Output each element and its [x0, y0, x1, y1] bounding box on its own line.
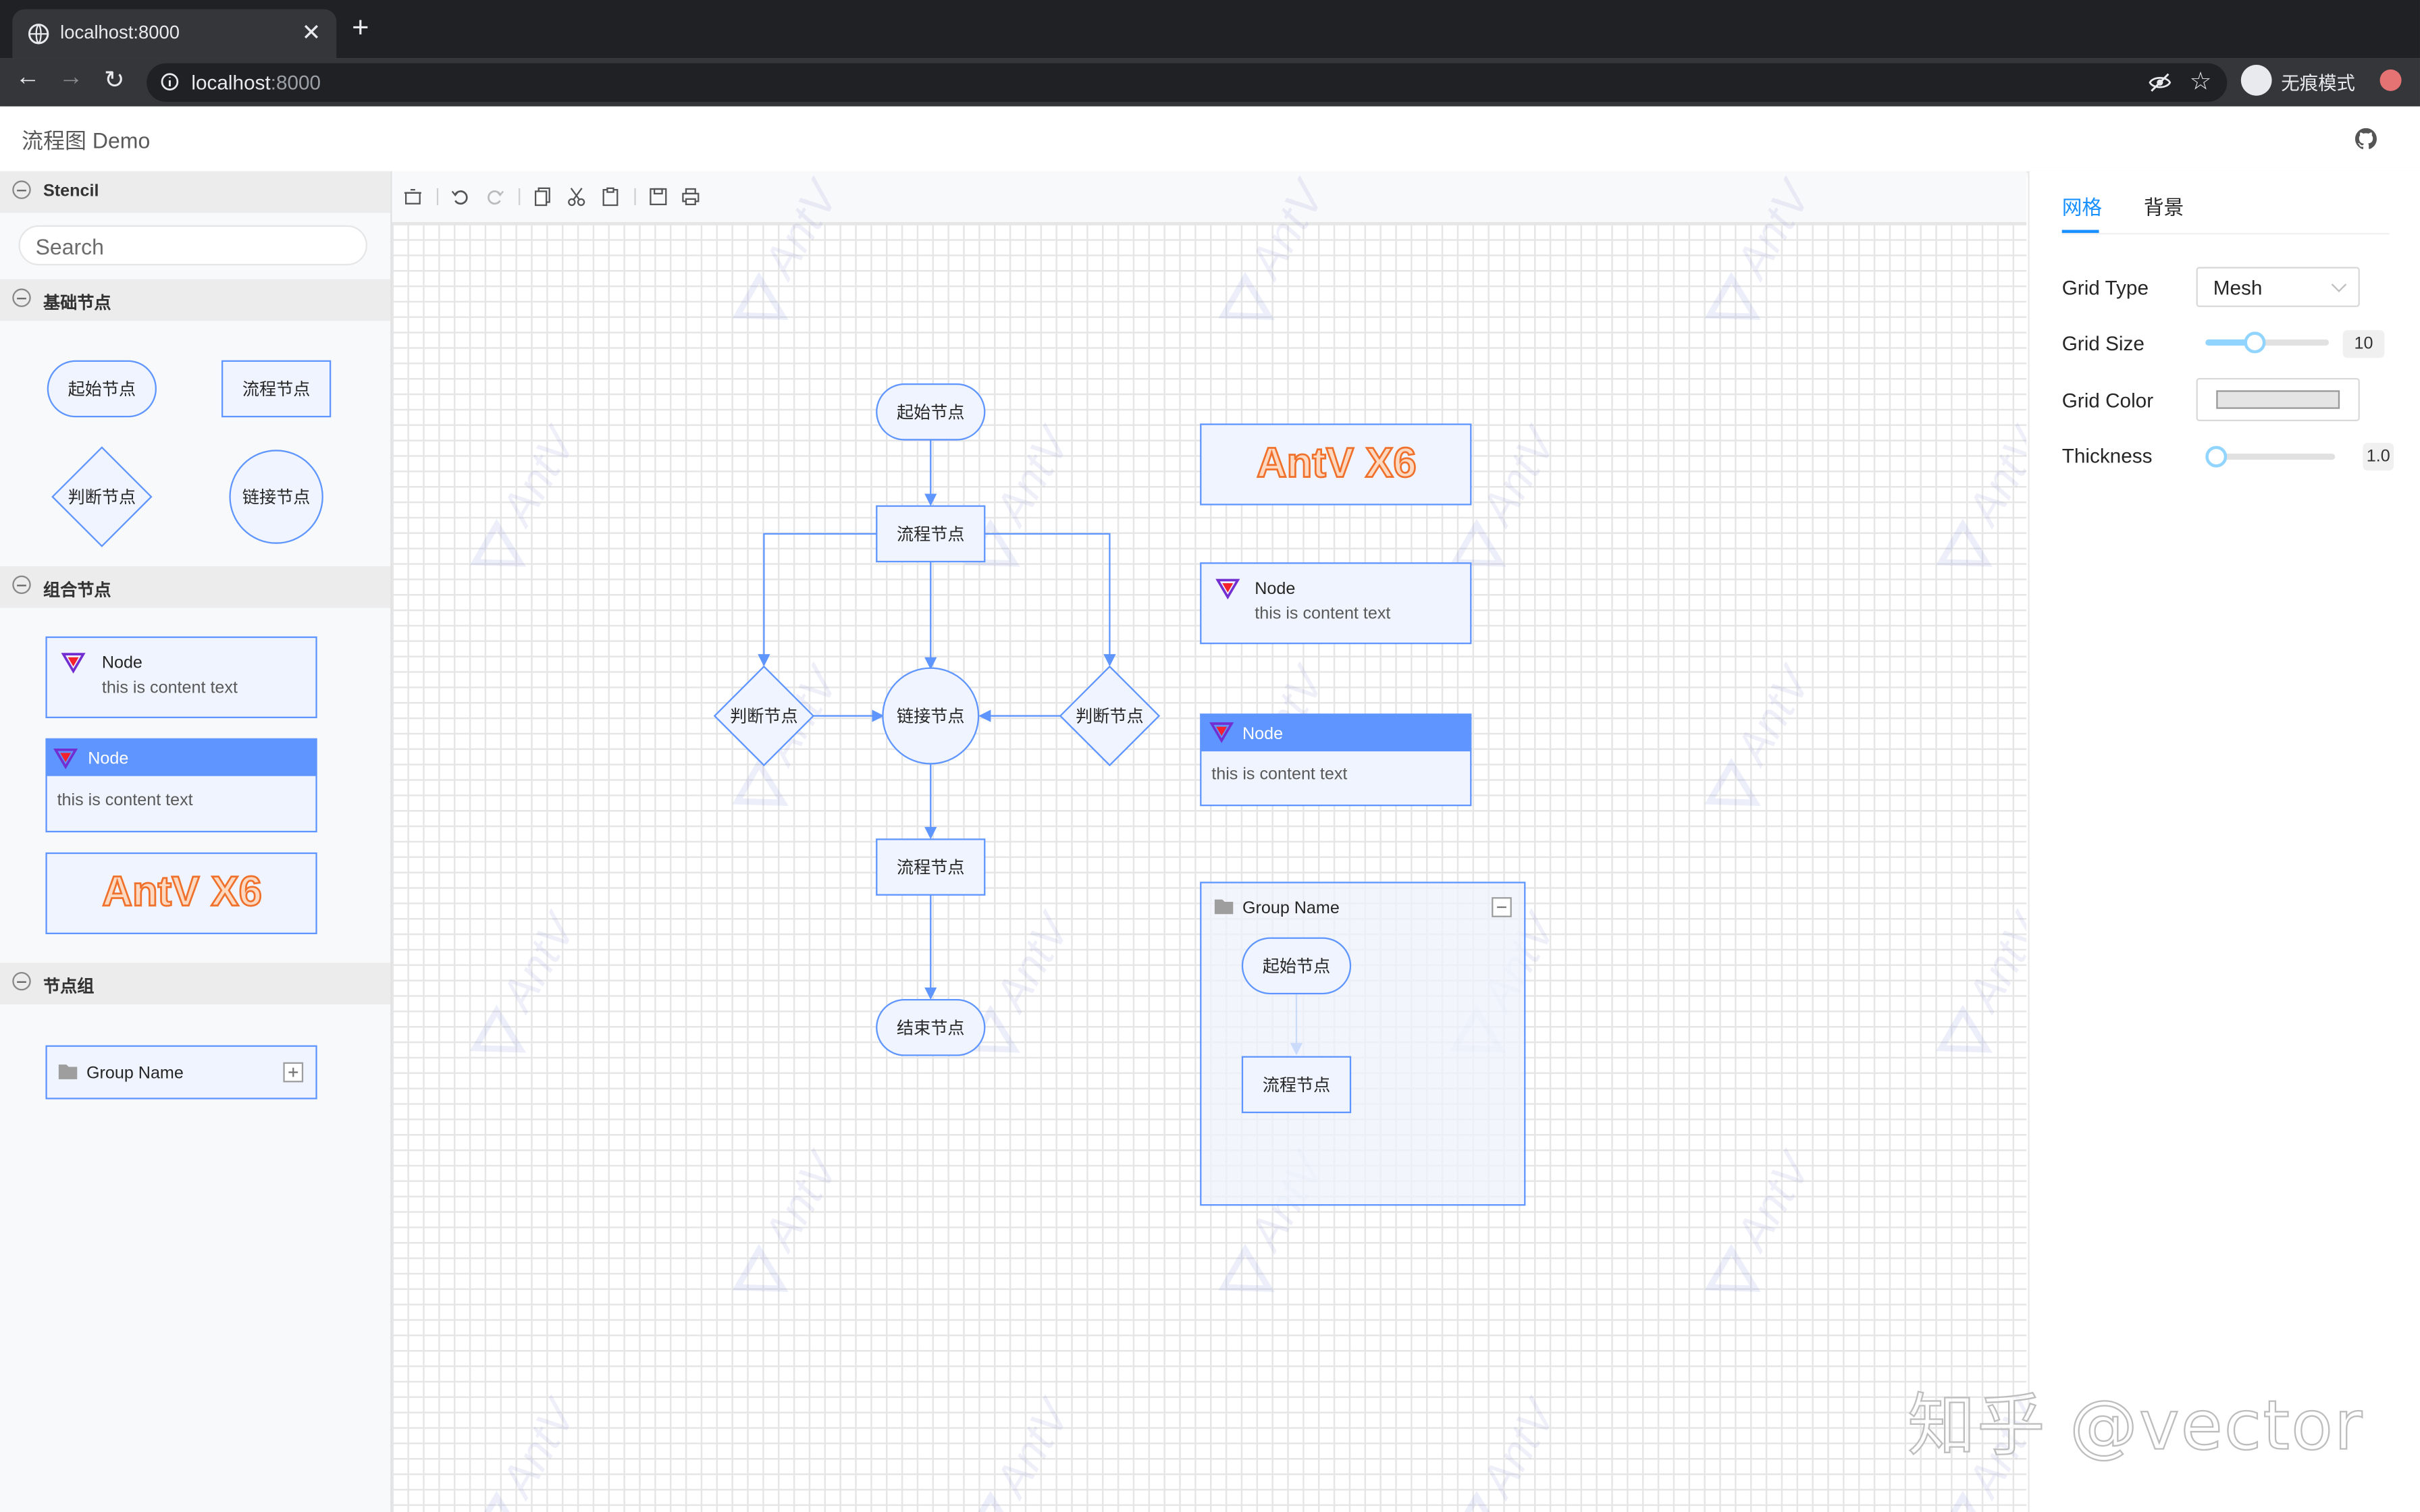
tab-divider: [2061, 233, 2390, 235]
close-tab-icon[interactable]: ✕: [302, 18, 321, 47]
node-label: 起始节点: [1263, 957, 1331, 976]
node-label: 流程节点: [897, 525, 965, 544]
header-card-node[interactable]: Node this is content text: [1200, 713, 1472, 807]
stencil-panel: Stencil 基础节点 组合节点 节点组 起始节点 流程节点: [0, 171, 392, 1512]
graph-canvas[interactable]: AntV AntV AntV AntV AntV AntV AntV AntV AntV AntV…: [392, 171, 2027, 1512]
config-panel: 网格 背景 Grid Type Mesh Grid Size 10 Grid C…: [2028, 171, 2420, 1512]
group-process-node[interactable]: 流程节点: [1241, 1056, 1352, 1114]
url-host: localhost: [191, 71, 271, 94]
stencil-start-node[interactable]: 起始节点: [47, 360, 157, 418]
grid-color-label: Grid Color: [2061, 388, 2154, 412]
stencil-logo-node[interactable]: AntV X6: [45, 852, 317, 934]
grid-color-swatch: [2216, 390, 2340, 409]
card-content: this is content text: [1255, 604, 1390, 623]
tab-active-indicator: [2061, 230, 2099, 234]
card-title: Node: [1242, 724, 1283, 743]
grid-type-select[interactable]: Mesh: [2196, 267, 2360, 307]
url-port: :8000: [270, 71, 321, 94]
node-label: 链接节点: [897, 707, 965, 726]
incognito-icon: [2240, 64, 2272, 96]
app-title: 流程图 Demo: [21, 128, 151, 153]
card-node[interactable]: Node this is content text: [1200, 562, 1472, 645]
stencil-link-node[interactable]: 链接节点: [229, 450, 323, 544]
group-title: Group Name: [1242, 898, 1340, 917]
group-start-node[interactable]: 起始节点: [1241, 937, 1352, 995]
thickness-slider-handle[interactable]: [2205, 446, 2228, 468]
github-icon[interactable]: [2355, 128, 2377, 150]
browser-toolbar: ← → ↻ localhost:8000 ☆ 无痕模式: [0, 58, 2420, 107]
reload-icon[interactable]: ↻: [99, 65, 130, 96]
node-label: 结束节点: [897, 1019, 965, 1037]
diagram: 起始节点 流程节点 判断节点 链接节点 判断节点 流程节点 结束节点 AntV …: [713, 383, 1526, 1206]
stencil-decision-node[interactable]: 判断节点: [51, 446, 153, 547]
stencil-process-node[interactable]: 流程节点: [221, 360, 332, 418]
forward-icon[interactable]: →: [55, 65, 86, 92]
card-content: this is content text: [1211, 764, 1347, 783]
card-title: Node: [88, 749, 128, 767]
logo-text: AntV X6: [1257, 439, 1417, 486]
thickness-value[interactable]: 1.0: [2363, 442, 2394, 471]
grid-size-label: Grid Size: [2061, 331, 2145, 355]
logo-node[interactable]: AntV X6: [1200, 423, 1472, 506]
zhihu-watermark: 知乎 @vector: [1907, 1386, 2364, 1467]
eye-off-icon[interactable]: [2149, 71, 2172, 94]
address-bar[interactable]: localhost:8000 ☆: [147, 63, 2228, 102]
globe-icon: [28, 24, 49, 45]
link-node[interactable]: 链接节点: [882, 667, 980, 765]
tab-title: localhost:8000: [60, 21, 180, 43]
grid-color-picker[interactable]: [2196, 377, 2360, 421]
chevron-down-icon: [2331, 277, 2347, 293]
browser-tab[interactable]: localhost:8000 ✕: [12, 9, 337, 59]
grid-type-label: Grid Type: [2061, 276, 2149, 300]
thickness-label: Thickness: [2061, 444, 2153, 468]
node-label: 起始节点: [68, 380, 136, 399]
grid-type-value: Mesh: [2213, 276, 2263, 300]
profile-update-icon[interactable]: [2379, 69, 2402, 91]
new-tab-icon[interactable]: +: [352, 14, 369, 43]
end-node[interactable]: 结束节点: [876, 998, 986, 1056]
stencil-group-node[interactable]: Group Name: [45, 1045, 317, 1100]
node-label: 判断节点: [68, 488, 136, 507]
start-node[interactable]: 起始节点: [876, 383, 986, 441]
collapse-group-icon[interactable]: [1492, 897, 1512, 917]
node-label: 判断节点: [1076, 707, 1144, 726]
bookmark-star-icon[interactable]: ☆: [2190, 66, 2212, 97]
card-content: this is content text: [57, 790, 193, 809]
group-title: Group Name: [86, 1064, 184, 1083]
edge-process-decision-left[interactable]: [758, 533, 877, 667]
node-label: 流程节点: [897, 859, 965, 878]
decision-node-left[interactable]: 判断节点: [713, 665, 815, 767]
logo-text: AntV X6: [102, 869, 262, 915]
app-header: 流程图 Demo: [0, 106, 2420, 173]
node-label: 起始节点: [897, 403, 965, 422]
card-title: Node: [1255, 579, 1295, 598]
tab-background[interactable]: 背景: [2144, 191, 2184, 220]
process-node-top[interactable]: 流程节点: [876, 505, 986, 563]
decision-node-right[interactable]: 判断节点: [1059, 665, 1161, 767]
card-title: Node: [102, 653, 142, 672]
back-icon[interactable]: ←: [12, 65, 43, 92]
node-label: 流程节点: [1263, 1076, 1331, 1095]
grid-size-slider-handle[interactable]: [2244, 331, 2266, 354]
info-icon[interactable]: [161, 72, 179, 90]
node-label: 判断节点: [730, 707, 798, 726]
node-label: 流程节点: [242, 380, 311, 399]
edge-process-decision-right[interactable]: [984, 533, 1116, 667]
card-content: this is content text: [102, 678, 238, 697]
stencil-card-node[interactable]: Node this is content text: [45, 636, 317, 718]
incognito-label: 无痕模式: [2281, 72, 2356, 94]
process-node-bottom[interactable]: 流程节点: [876, 838, 986, 896]
grid-size-value[interactable]: 10: [2342, 330, 2385, 358]
expand-icon[interactable]: [283, 1062, 304, 1083]
tab-grid[interactable]: 网格: [2062, 191, 2102, 220]
browser-tab-strip: localhost:8000 ✕ +: [0, 0, 2420, 59]
stencil-items: 起始节点 流程节点 判断节点 链接节点 Node this is content…: [45, 360, 332, 1100]
url-text: localhost:8000: [191, 71, 321, 94]
node-label: 链接节点: [242, 488, 311, 507]
stencil-header-card-node[interactable]: Node this is content text: [45, 738, 317, 833]
group-node[interactable]: Group Name: [1200, 882, 1526, 1206]
